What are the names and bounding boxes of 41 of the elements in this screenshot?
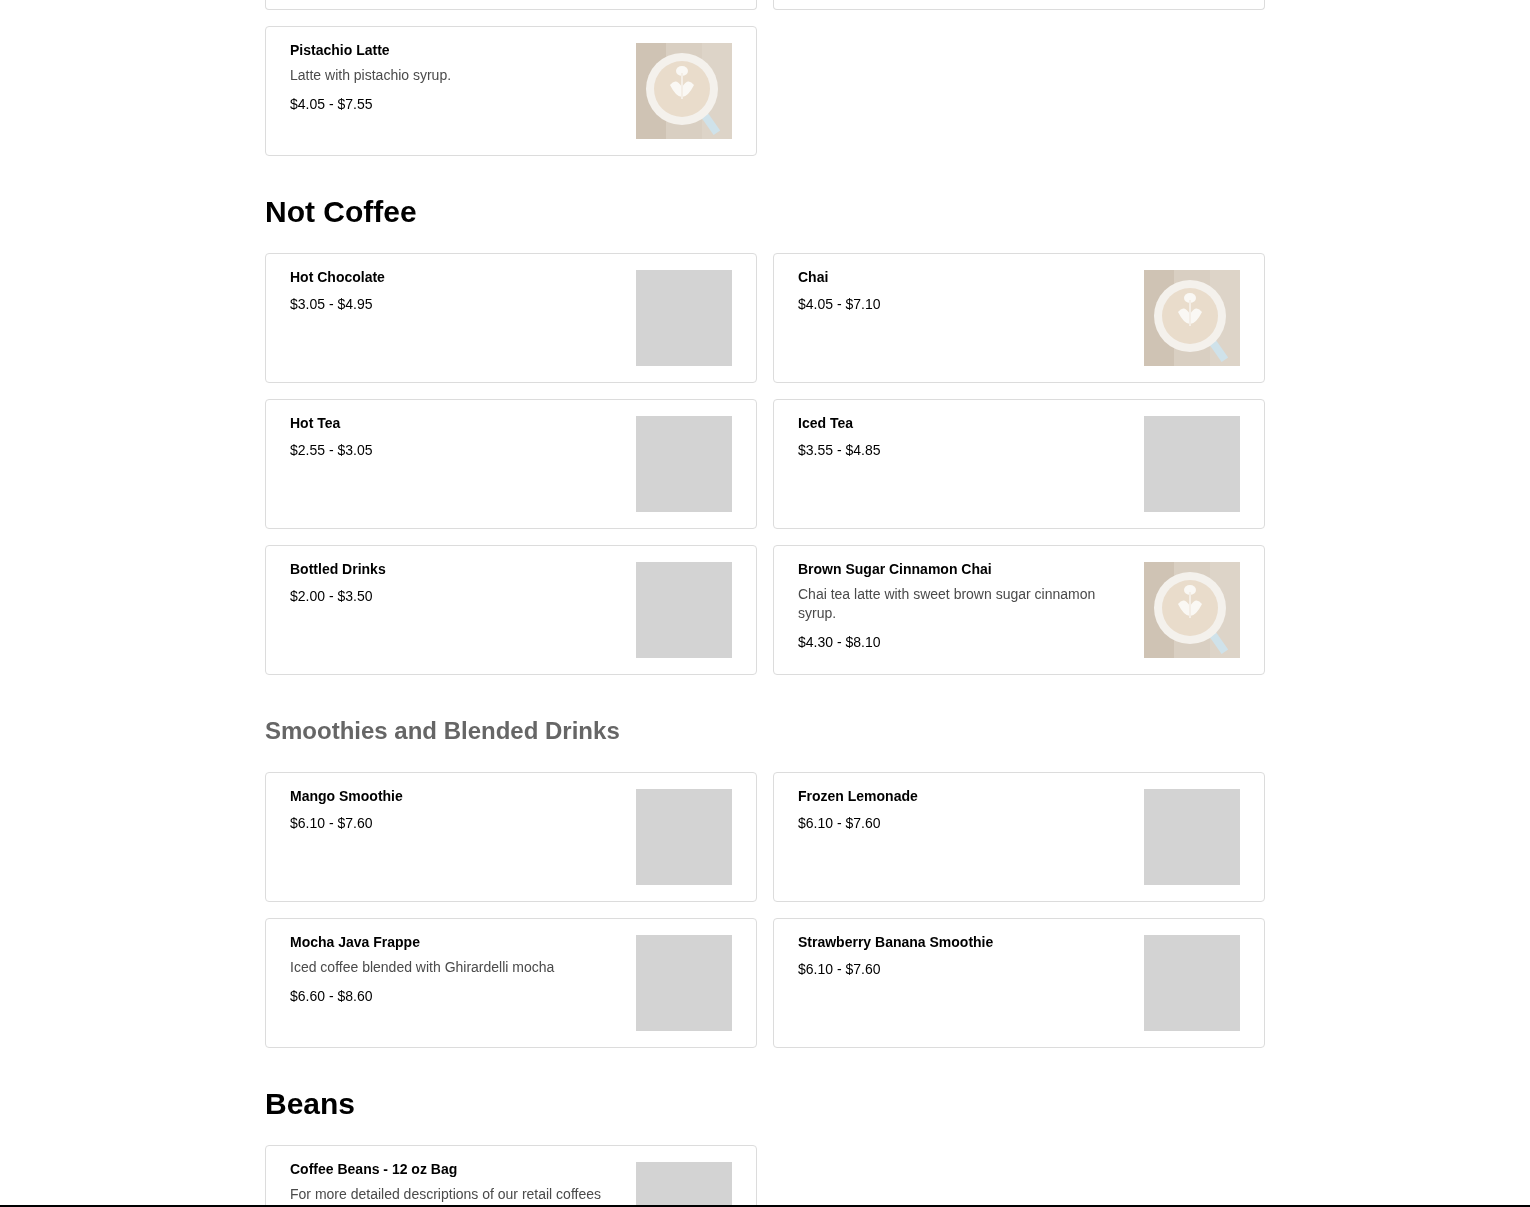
menu-item-card[interactable]: Iced Tea $3.55 - $4.85 bbox=[773, 399, 1265, 529]
item-name: Mocha Java Frappe bbox=[290, 933, 421, 952]
section-heading: Beans bbox=[265, 1086, 357, 1122]
item-name: Bottled Drinks bbox=[290, 560, 386, 579]
item-name: Brown Sugar Cinnamon Chai bbox=[798, 560, 993, 579]
section-heading: Smoothies and Blended Drinks bbox=[265, 716, 621, 746]
item-price: $4.05 - $7.10 bbox=[798, 295, 881, 314]
item-price: $2.00 - $3.50 bbox=[290, 587, 374, 606]
item-price: $4.30 - $8.10 bbox=[798, 633, 882, 652]
menu-item-card[interactable]: Pistachio Latte Latte with pistachio syrup. $4.05 - $7.55 bbox=[265, 26, 757, 156]
item-price: $6.10 - $7.60 bbox=[798, 960, 882, 979]
item-price: $3.55 - $4.85 bbox=[798, 441, 881, 460]
item-price: $6.60 - $8.60 bbox=[290, 987, 374, 1006]
item-name: Strawberry Banana Smoothie bbox=[798, 933, 994, 952]
menu-item-card[interactable]: Chai $4.05 - $7.10 bbox=[773, 253, 1265, 383]
menu-item-card[interactable]: Frozen Lemonade $6.10 - $7.60 bbox=[773, 772, 1265, 902]
item-description: Iced coffee blended with Ghirardelli mocha bbox=[290, 958, 555, 977]
item-name: Pistachio Latte bbox=[290, 41, 391, 60]
item-description: For more detailed descriptions of our retail coffees bbox=[290, 1185, 601, 1204]
item-description: Chai tea latte with sweet brown sugar cinnamon syrup. bbox=[798, 585, 1097, 623]
item-price: $6.10 - $7.60 bbox=[798, 814, 882, 833]
section-heading: Not Coffee bbox=[265, 194, 418, 230]
menu-item-card[interactable]: Hot Chocolate $3.05 - $4.95 bbox=[265, 253, 757, 383]
menu-item-card[interactable]: Strawberry Banana Smoothie $6.10 - $7.60 bbox=[773, 918, 1265, 1048]
item-name: Frozen Lemonade bbox=[798, 787, 918, 806]
item-name: Mango Smoothie bbox=[290, 787, 403, 806]
item-price: $4.05 - $7.55 bbox=[290, 95, 374, 114]
menu-item-card[interactable]: Brown Sugar Cinnamon Chai Chai tea latte with sweet brown sugar cinnamon syrup. $4.30 - $8.10 bbox=[773, 545, 1265, 675]
item-price: $2.55 - $3.05 bbox=[290, 441, 373, 460]
menu-item-card[interactable]: Hot Tea $2.55 - $3.05 bbox=[265, 399, 757, 529]
item-price: $6.10 - $7.60 bbox=[290, 814, 374, 833]
item-name: Chai bbox=[798, 268, 830, 287]
menu-item-card[interactable]: Mango Smoothie $6.10 - $7.60 bbox=[265, 772, 757, 902]
item-description: Latte with pistachio syrup. bbox=[290, 66, 452, 85]
item-name: Hot Tea bbox=[290, 414, 342, 433]
item-name: Iced Tea bbox=[798, 414, 854, 433]
item-price: $3.05 - $4.95 bbox=[290, 295, 374, 314]
item-name: Coffee Beans - 12 oz Bag bbox=[290, 1160, 459, 1179]
menu-item-card[interactable]: Mocha Java Frappe Iced coffee blended with Ghirardelli mocha $6.60 - $8.60 bbox=[265, 918, 757, 1048]
item-name: Hot Chocolate bbox=[290, 268, 385, 287]
menu-item-card[interactable]: Bottled Drinks $2.00 - $3.50 bbox=[265, 545, 757, 675]
